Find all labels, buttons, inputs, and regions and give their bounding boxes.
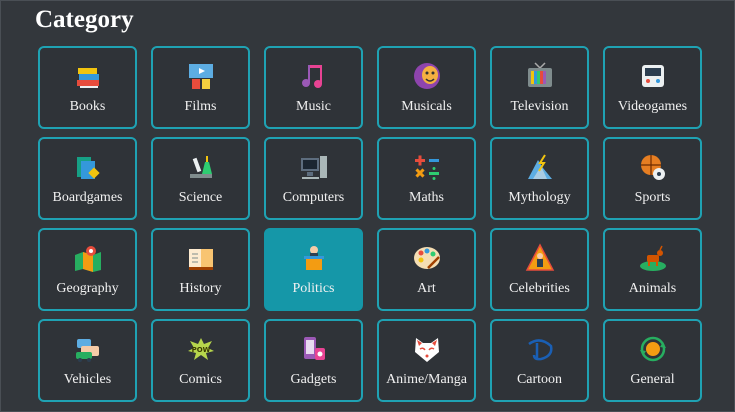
category-label: Cartoon — [516, 371, 563, 387]
geography-icon — [73, 243, 103, 273]
category-tile-boardgames[interactable]: Boardgames — [38, 137, 137, 220]
category-tile-music[interactable]: Music — [264, 46, 363, 129]
general-icon — [638, 334, 668, 364]
mythology-icon — [525, 152, 555, 182]
category-tile-politics[interactable]: Politics — [264, 228, 363, 311]
category-label: Mythology — [508, 189, 571, 205]
category-tile-television[interactable]: Television — [490, 46, 589, 129]
category-tile-books[interactable]: Books — [38, 46, 137, 129]
category-tile-anime-manga[interactable]: Anime/Manga — [377, 319, 476, 402]
gadgets-icon — [299, 334, 329, 364]
category-tile-art[interactable]: Art — [377, 228, 476, 311]
celebrities-icon — [525, 242, 555, 273]
category-label: History — [179, 280, 222, 296]
television-icon — [525, 61, 555, 91]
category-label: Books — [69, 98, 106, 114]
category-label: Films — [184, 98, 217, 114]
category-label: Videogames — [617, 98, 688, 114]
category-label: Musicals — [401, 98, 452, 114]
category-label: Science — [178, 189, 223, 205]
politics-icon — [299, 243, 329, 273]
category-tile-general[interactable]: General — [603, 319, 702, 402]
category-label: Music — [296, 98, 331, 114]
category-label: Boardgames — [52, 189, 123, 205]
category-tile-films[interactable]: Films — [151, 46, 250, 129]
music-icon — [299, 61, 329, 91]
boardgames-icon — [73, 152, 103, 182]
animals-icon — [638, 243, 668, 273]
category-tile-history[interactable]: History — [151, 228, 250, 311]
films-icon — [186, 61, 216, 91]
category-tile-vehicles[interactable]: Vehicles — [38, 319, 137, 402]
videogames-icon — [638, 61, 668, 91]
category-tile-sports[interactable]: Sports — [603, 137, 702, 220]
maths-icon — [412, 152, 442, 182]
category-label: Politics — [292, 280, 335, 296]
svg-text:POW: POW — [191, 346, 210, 354]
science-icon — [186, 152, 216, 182]
computers-icon — [299, 152, 329, 182]
category-label: Celebrities — [509, 280, 570, 296]
category-label: Television — [510, 98, 569, 114]
category-label: Computers — [282, 189, 345, 205]
category-label: Maths — [409, 189, 444, 205]
art-icon — [412, 243, 442, 273]
category-tile-maths[interactable]: Maths — [377, 137, 476, 220]
category-tile-cartoon[interactable]: Cartoon — [490, 319, 589, 402]
vehicles-icon — [73, 334, 103, 364]
category-label: Geography — [56, 280, 119, 296]
category-tile-mythology[interactable]: Mythology — [490, 137, 589, 220]
page-title: Category — [35, 6, 134, 33]
category-tile-computers[interactable]: Computers — [264, 137, 363, 220]
category-grid: Books Films Music Musicals Television Vi… — [38, 46, 702, 402]
category-tile-celebrities[interactable]: Celebrities — [490, 228, 589, 311]
books-icon — [73, 61, 103, 91]
category-tile-animals[interactable]: Animals — [603, 228, 702, 311]
category-label: Art — [417, 280, 436, 296]
category-label: Anime/Manga — [386, 371, 467, 387]
category-tile-gadgets[interactable]: Gadgets — [264, 319, 363, 402]
sports-icon — [638, 152, 668, 182]
category-label: Vehicles — [63, 371, 112, 387]
category-label: General — [630, 371, 675, 387]
category-tile-science[interactable]: Science — [151, 137, 250, 220]
category-tile-geography[interactable]: Geography — [38, 228, 137, 311]
category-tile-videogames[interactable]: Videogames — [603, 46, 702, 129]
comics-icon: POW — [186, 334, 216, 364]
category-label: Gadgets — [290, 371, 337, 387]
category-tile-comics[interactable]: POW Comics — [151, 319, 250, 402]
cartoon-icon — [525, 334, 555, 364]
anime-manga-icon — [412, 334, 442, 364]
musicals-icon — [412, 61, 442, 91]
category-label: Comics — [179, 371, 222, 387]
category-tile-musicals[interactable]: Musicals — [377, 46, 476, 129]
category-label: Animals — [628, 280, 677, 296]
category-label: Sports — [634, 189, 671, 205]
history-icon — [186, 243, 216, 273]
